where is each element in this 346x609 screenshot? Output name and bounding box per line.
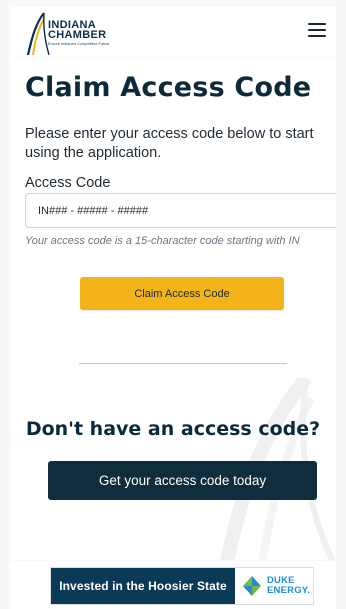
no-code-heading: Don't have an access code?: [25, 418, 321, 440]
claim-access-card: Claim Access Code Please enter your acce…: [10, 58, 336, 560]
section-divider: [79, 363, 287, 364]
access-code-hint: Your access code is a 15-character code …: [25, 235, 300, 247]
claim-access-code-button[interactable]: Claim Access Code: [80, 277, 284, 310]
get-access-code-button[interactable]: Get your access code today: [48, 461, 317, 500]
sponsor-banner[interactable]: Invested in the Hoosier State DUKE ENERG…: [50, 567, 314, 605]
site-footer: Invested in the Hoosier State DUKE ENERG…: [10, 561, 336, 609]
duke-energy-wordmark: DUKE ENERGY.: [267, 576, 310, 596]
site-header: INDIANA CHAMBER Ensure Indiana's Competi…: [10, 7, 336, 57]
menu-bar: [308, 23, 326, 25]
duke-energy-logo: DUKE ENERGY.: [239, 573, 311, 599]
hamburger-menu-icon[interactable]: [308, 23, 326, 39]
page: INDIANA CHAMBER Ensure Indiana's Competi…: [0, 0, 346, 609]
logo-tagline: Ensure Indiana's Competitive Future: [48, 42, 110, 46]
access-code-input[interactable]: [25, 193, 336, 228]
chamber-swoosh-icon: [26, 12, 50, 55]
logo-wordmark: INDIANA CHAMBER: [48, 20, 107, 41]
page-title: Claim Access Code: [25, 72, 312, 103]
duke-line2: ENERGY.: [267, 585, 311, 596]
menu-bar: [308, 35, 326, 37]
intro-text: Please enter your access code below to s…: [25, 126, 314, 161]
access-code-label: Access Code: [25, 175, 111, 191]
indiana-chamber-logo[interactable]: INDIANA CHAMBER Ensure Indiana's Competi…: [24, 11, 124, 55]
logo-line2: CHAMBER: [48, 29, 107, 41]
sponsor-tagline: Invested in the Hoosier State: [51, 568, 235, 604]
duke-energy-icon: [243, 576, 261, 596]
menu-bar: [308, 29, 326, 31]
